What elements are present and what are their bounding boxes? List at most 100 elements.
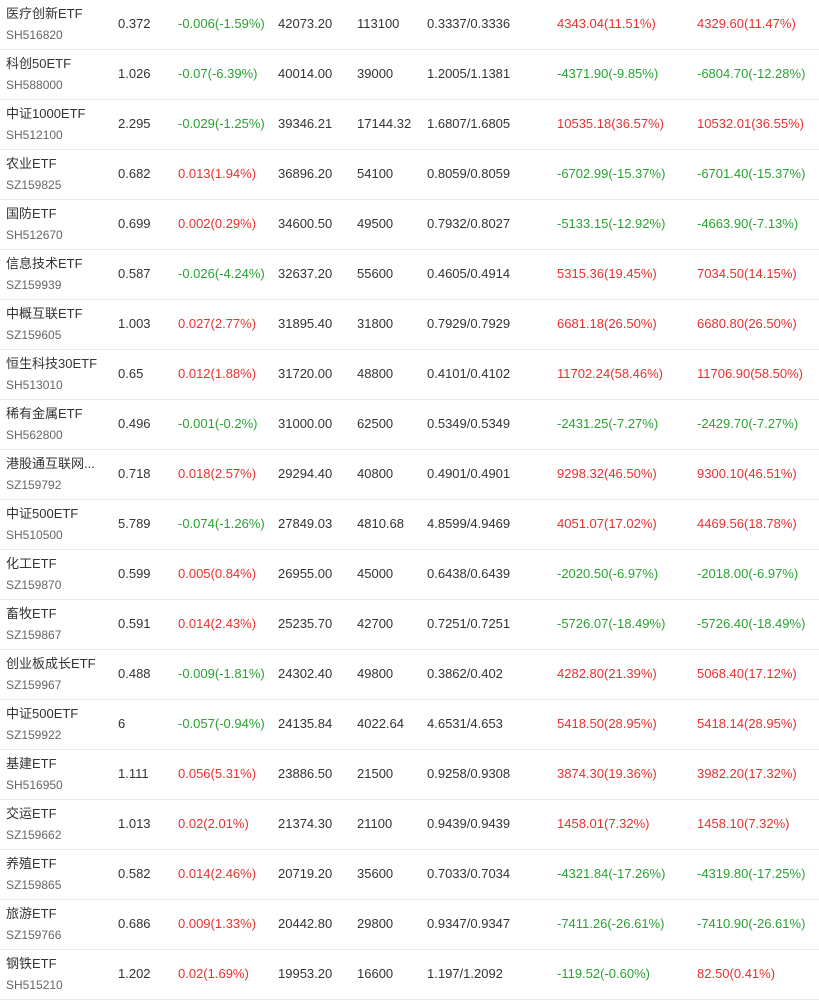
- fund-name[interactable]: 创业板成长ETF: [6, 655, 96, 673]
- change-cell: -0.07(-6.39%): [178, 66, 258, 81]
- fund-name[interactable]: 恒生科技30ETF: [6, 355, 97, 373]
- table-row[interactable]: 恒生科技30ETF SH513010 0.65 0.012(1.88%) 31720.0…: [0, 350, 819, 400]
- fund-name-cell[interactable]: 养殖ETF SZ159865: [6, 855, 61, 894]
- fund-name[interactable]: 中概互联ETF: [6, 305, 83, 323]
- fund-code: SH516950: [6, 778, 63, 792]
- change-cell: 0.012(1.88%): [178, 366, 257, 381]
- fund-name-cell[interactable]: 国防ETF SH512670: [6, 205, 63, 244]
- fund-name-cell[interactable]: 科创50ETF SH588000: [6, 55, 71, 94]
- table-row[interactable]: 国防ETF SH512670 0.699 0.002(0.29%) 34600.50 49…: [0, 200, 819, 250]
- amount-cell: 42073.20: [278, 16, 333, 31]
- fund-name-cell[interactable]: 中证1000ETF SH512100: [6, 105, 85, 144]
- fund-name[interactable]: 医疗创新ETF: [6, 5, 83, 23]
- profit-total-cell: 5068.40(17.12%): [697, 666, 797, 681]
- volume-cell: 42700: [357, 616, 394, 631]
- table-row[interactable]: 科创50ETF SH588000 1.026 -0.07(-6.39%) 40014.0…: [0, 50, 819, 100]
- fund-name[interactable]: 交运ETF: [6, 805, 61, 823]
- table-row[interactable]: 交运ETF SZ159662 1.013 0.02(2.01%) 21374.30 211…: [0, 800, 819, 850]
- table-row[interactable]: 养殖ETF SZ159865 0.582 0.014(2.46%) 20719.20 35…: [0, 850, 819, 900]
- table-row[interactable]: 稀有金属ETF SH562800 0.496 -0.001(-0.2%) 31000.0…: [0, 400, 819, 450]
- fund-name[interactable]: 科创50ETF: [6, 55, 71, 73]
- fund-name[interactable]: 中证500ETF: [6, 505, 78, 523]
- table-row[interactable]: 化工ETF SZ159870 0.599 0.005(0.84%) 26955.00 45…: [0, 550, 819, 600]
- fund-name-cell[interactable]: 信息技术ETF SZ159939: [6, 255, 83, 294]
- fund-name-cell[interactable]: 中证500ETF SZ159922: [6, 705, 78, 744]
- price-cell: 1.003: [118, 316, 151, 331]
- fund-name-cell[interactable]: 稀有金属ETF SH562800: [6, 405, 83, 444]
- table-row[interactable]: 医疗创新ETF SH516820 0.372 -0.006(-1.59%) 42073.…: [0, 0, 819, 50]
- table-row[interactable]: 中证500ETF SH510500 5.789 -0.074(-1.26%) 27849…: [0, 500, 819, 550]
- fund-name[interactable]: 农业ETF: [6, 155, 61, 173]
- fund-name[interactable]: 养殖ETF: [6, 855, 61, 873]
- table-row[interactable]: 中证500ETF SZ159922 6 -0.057(-0.94%) 24135.84 4…: [0, 700, 819, 750]
- change-cell: -0.057(-0.94%): [178, 716, 265, 731]
- profit-total-cell: 1458.10(7.32%): [697, 816, 790, 831]
- fund-name-cell[interactable]: 化工ETF SZ159870: [6, 555, 61, 594]
- fund-code: SZ159605: [6, 328, 62, 342]
- fund-name[interactable]: 钢铁ETF: [6, 955, 63, 973]
- profit-total-cell: -2429.70(-7.27%): [697, 416, 799, 431]
- fund-code: SZ159865: [6, 878, 62, 892]
- volume-cell: 21100: [357, 816, 393, 831]
- fund-name[interactable]: 畜牧ETF: [6, 605, 61, 623]
- fund-name[interactable]: 中证500ETF: [6, 705, 78, 723]
- profit-total-cell: 4329.60(11.47%): [697, 16, 796, 31]
- amount-cell: 21374.30: [278, 816, 333, 831]
- profit-cell: 9298.32(46.50%): [557, 466, 657, 481]
- price-cell: 0.599: [118, 566, 151, 581]
- fund-name-cell[interactable]: 交运ETF SZ159662: [6, 805, 61, 844]
- fund-name-cell[interactable]: 基建ETF SH516950: [6, 755, 63, 794]
- table-row[interactable]: 港股通互联网... SZ159792 0.718 0.018(2.57%) 29294.…: [0, 450, 819, 500]
- table-row[interactable]: 农业ETF SZ159825 0.682 0.013(1.94%) 36896.20 54…: [0, 150, 819, 200]
- fund-name-cell[interactable]: 恒生科技30ETF SH513010: [6, 355, 97, 394]
- profit-total-cell: 10532.01(36.55%): [697, 116, 804, 131]
- fund-name[interactable]: 中证1000ETF: [6, 105, 85, 123]
- fund-name-cell[interactable]: 中概互联ETF SZ159605: [6, 305, 83, 344]
- price-cell: 5.789: [118, 516, 151, 531]
- fund-name[interactable]: 国防ETF: [6, 205, 63, 223]
- fund-name[interactable]: 港股通互联网...: [6, 455, 95, 473]
- table-row[interactable]: 创业板成长ETF SZ159967 0.488 -0.009(-1.81%) 24302…: [0, 650, 819, 700]
- profit-cell: -2020.50(-6.97%): [557, 566, 659, 581]
- fund-name[interactable]: 信息技术ETF: [6, 255, 83, 273]
- table-row[interactable]: 信息技术ETF SZ159939 0.587 -0.026(-4.24%) 32637.…: [0, 250, 819, 300]
- price-cell: 0.372: [118, 16, 151, 31]
- table-row[interactable]: 中概互联ETF SZ159605 1.003 0.027(2.77%) 31895.40…: [0, 300, 819, 350]
- table-row[interactable]: 中证1000ETF SH512100 2.295 -0.029(-1.25%) 3934…: [0, 100, 819, 150]
- fund-name-cell[interactable]: 旅游ETF SZ159766: [6, 905, 61, 944]
- nav-cell: 0.5349/0.5349: [427, 416, 511, 431]
- volume-cell: 49500: [357, 216, 394, 231]
- fund-code: SZ159870: [6, 578, 62, 592]
- fund-name-cell[interactable]: 畜牧ETF SZ159867: [6, 605, 61, 644]
- fund-name-cell[interactable]: 医疗创新ETF SH516820: [6, 5, 83, 44]
- amount-cell: 36896.20: [278, 166, 333, 181]
- fund-name-cell[interactable]: 钢铁ETF SH515210: [6, 955, 63, 994]
- profit-cell: -5133.15(-12.92%): [557, 216, 666, 231]
- profit-cell: -4321.84(-17.26%): [557, 866, 666, 881]
- volume-cell: 16600: [357, 966, 394, 981]
- profit-total-cell: 4469.56(18.78%): [697, 516, 797, 531]
- fund-name-cell[interactable]: 中证500ETF SH510500: [6, 505, 78, 544]
- fund-name-cell[interactable]: 创业板成长ETF SZ159967: [6, 655, 96, 694]
- amount-cell: 31720.00: [278, 366, 333, 381]
- profit-cell: -2431.25(-7.27%): [557, 416, 659, 431]
- change-cell: 0.056(5.31%): [178, 766, 257, 781]
- nav-cell: 0.6438/0.6439: [427, 566, 511, 581]
- volume-cell: 21500: [357, 766, 394, 781]
- price-cell: 1.026: [118, 66, 151, 81]
- table-row[interactable]: 畜牧ETF SZ159867 0.591 0.014(2.43%) 25235.70 42…: [0, 600, 819, 650]
- fund-name[interactable]: 基建ETF: [6, 755, 63, 773]
- profit-total-cell: 82.50(0.41%): [697, 966, 776, 981]
- fund-name-cell[interactable]: 港股通互联网... SZ159792: [6, 455, 95, 494]
- fund-name[interactable]: 旅游ETF: [6, 905, 61, 923]
- change-cell: 0.013(1.94%): [178, 166, 257, 181]
- fund-name[interactable]: 稀有金属ETF: [6, 405, 83, 423]
- table-row[interactable]: 基建ETF SH516950 1.111 0.056(5.31%) 23886.50 21…: [0, 750, 819, 800]
- change-cell: 0.02(1.69%): [178, 966, 249, 981]
- profit-total-cell: -4663.90(-7.13%): [697, 216, 799, 231]
- fund-code: SH515210: [6, 978, 63, 992]
- fund-name[interactable]: 化工ETF: [6, 555, 61, 573]
- table-row[interactable]: 旅游ETF SZ159766 0.686 0.009(1.33%) 20442.80 29…: [0, 900, 819, 950]
- fund-name-cell[interactable]: 农业ETF SZ159825: [6, 155, 61, 194]
- nav-cell: 0.7251/0.7251: [427, 616, 511, 631]
